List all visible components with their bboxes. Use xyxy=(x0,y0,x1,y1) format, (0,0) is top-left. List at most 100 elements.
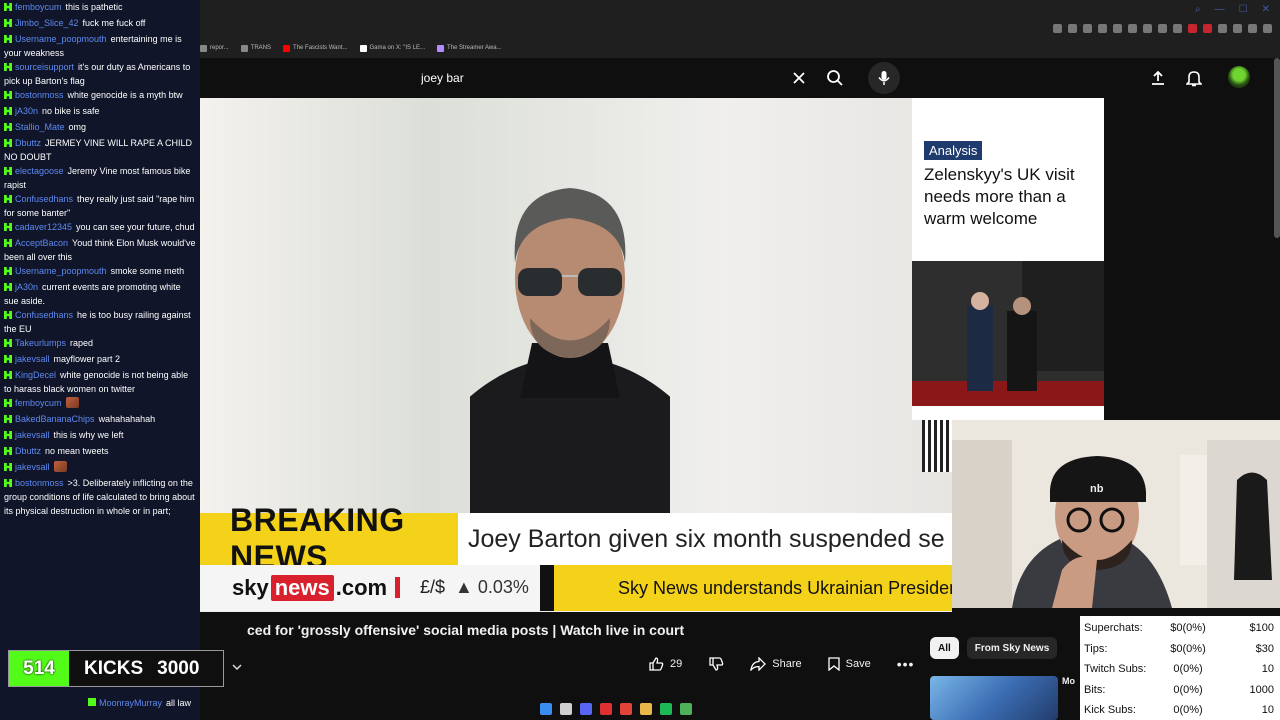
extension-icon[interactable] xyxy=(1248,24,1257,33)
kicks-goal: 3000 xyxy=(157,657,200,679)
extension-icon[interactable] xyxy=(1233,24,1242,33)
search-icon[interactable]: ⌕ xyxy=(1195,4,1201,15)
extension-icon[interactable] xyxy=(1083,24,1092,33)
spotify-icon[interactable] xyxy=(660,703,672,715)
chat-line: electagoose Jeremy Vine most famous bike … xyxy=(0,164,200,192)
chat-username[interactable]: jA30n xyxy=(15,282,38,292)
minimize-button[interactable]: — xyxy=(1215,4,1225,15)
analysis-photo xyxy=(912,261,1104,406)
search-input[interactable] xyxy=(410,62,790,94)
extension-icon[interactable] xyxy=(1053,24,1062,33)
chat-username[interactable]: Jimbo_Slice_42 xyxy=(15,18,79,28)
chat-username[interactable]: Confusedhans xyxy=(15,310,73,320)
chat-username[interactable]: MoonrayMurray xyxy=(99,698,162,708)
kick-badge-icon xyxy=(4,311,12,319)
youtube-header xyxy=(200,58,1280,98)
more-actions-button[interactable]: ••• xyxy=(889,652,923,676)
window-controls: ⌕ — ☐ ✕ xyxy=(1195,4,1270,15)
goal-goal: 10 xyxy=(1261,704,1274,717)
app-icon[interactable] xyxy=(680,703,692,715)
chat-username[interactable]: femboycum xyxy=(15,398,62,408)
page-scrollbar[interactable] xyxy=(1274,58,1280,238)
bookmark-item[interactable]: TRANS xyxy=(240,44,272,52)
browser-icon[interactable] xyxy=(620,703,632,715)
close-button[interactable]: ✕ xyxy=(1262,4,1270,15)
kick-badge-icon xyxy=(4,167,12,175)
chat-username[interactable]: cadaver12345 xyxy=(15,222,72,232)
chat-username[interactable]: Dbuttz xyxy=(15,138,41,148)
chat-username[interactable]: electagoose xyxy=(15,166,64,176)
kick-badge-icon xyxy=(4,35,12,43)
extension-icon[interactable] xyxy=(1098,24,1107,33)
bookmark-icon xyxy=(240,44,248,52)
video-player[interactable]: BREAKING NEWS Joey Barton given six mont… xyxy=(200,98,952,612)
chat-username[interactable]: Takeurlumps xyxy=(15,338,66,348)
share-label: Share xyxy=(772,658,802,670)
chevron-down-icon[interactable] xyxy=(232,658,242,676)
chat-message: you can see your future, chud xyxy=(76,222,195,232)
chat-username[interactable]: jakevsall xyxy=(15,354,50,364)
chat-message: this is pathetic xyxy=(65,2,123,12)
chat-username[interactable]: femboycum xyxy=(15,2,62,12)
chat-username[interactable]: KingDecel xyxy=(15,370,56,380)
extension-icon[interactable] xyxy=(1128,24,1137,33)
extension-icon[interactable] xyxy=(1068,24,1077,33)
folder-icon[interactable] xyxy=(640,703,652,715)
like-button[interactable]: 29 xyxy=(640,652,690,676)
filter-chip[interactable]: From Sky News xyxy=(966,637,1058,659)
analysis-title: Zelenskyy's UK visit needs more than a w… xyxy=(924,165,1075,228)
extension-icon[interactable] xyxy=(1113,24,1122,33)
bookmark-item[interactable]: repor... xyxy=(200,44,229,52)
chat-message: wahahahahah xyxy=(98,414,156,424)
discord-icon[interactable] xyxy=(580,703,592,715)
bookmark-label: TRANS xyxy=(250,45,272,51)
chat-username[interactable]: BakedBananaChips xyxy=(15,414,95,424)
chat-username[interactable]: Username_poopmouth xyxy=(15,34,107,44)
search-icon[interactable] xyxy=(824,67,846,89)
voice-search-button[interactable] xyxy=(868,62,900,94)
extension-icon[interactable] xyxy=(1173,24,1182,33)
search-icon[interactable] xyxy=(560,703,572,715)
chat-username[interactable]: jakevsall xyxy=(15,462,50,472)
chat-username[interactable]: sourceisupport xyxy=(15,62,74,72)
chat-username[interactable]: bostonmoss xyxy=(15,90,64,100)
extension-icon[interactable] xyxy=(1203,24,1212,33)
start-icon[interactable] xyxy=(540,703,552,715)
chat-username[interactable]: Username_poopmouth xyxy=(15,266,107,276)
extension-icon[interactable] xyxy=(1143,24,1152,33)
extension-icon[interactable] xyxy=(1188,24,1197,33)
chat-line: cadaver12345 you can see your future, chu… xyxy=(0,220,200,236)
extension-icon[interactable] xyxy=(1263,24,1272,33)
bookmark-item[interactable]: Gama on X: "IS LE... xyxy=(359,44,425,52)
share-icon xyxy=(750,657,767,671)
dislike-button[interactable] xyxy=(700,652,732,676)
chat-username[interactable]: Stallio_Mate xyxy=(15,122,65,132)
account-avatar[interactable] xyxy=(1228,66,1250,88)
kick-badge-icon xyxy=(4,91,12,99)
chat-line: Username_poopmouth entertaining me is you… xyxy=(0,32,200,60)
share-button[interactable]: Share xyxy=(742,652,809,676)
obs-icon[interactable] xyxy=(600,703,612,715)
kick-badge-icon xyxy=(4,431,12,439)
chat-username[interactable]: jakevsall xyxy=(15,430,50,440)
bookmark-item[interactable]: The Fascists Want... xyxy=(283,44,348,52)
bookmark-item[interactable]: The Streamer Awa... xyxy=(437,44,502,52)
upload-icon[interactable] xyxy=(1147,67,1169,89)
up-next-thumbnail[interactable] xyxy=(930,676,1058,720)
chat-line: jakevsall mayflower part 2 xyxy=(0,352,200,368)
maximize-button[interactable]: ☐ xyxy=(1239,4,1248,15)
clear-search-icon[interactable] xyxy=(788,67,810,89)
extension-icon[interactable] xyxy=(1158,24,1167,33)
chat-username[interactable]: Dbuttz xyxy=(15,446,41,456)
chat-username[interactable]: Confusedhans xyxy=(15,194,73,204)
chat-username[interactable]: jA30n xyxy=(15,106,38,116)
up-next-title[interactable]: Mo xyxy=(1062,676,1075,686)
notifications-bell-icon[interactable] xyxy=(1183,67,1205,89)
chat-username[interactable]: AcceptBacon xyxy=(15,238,68,248)
save-button[interactable]: Save xyxy=(820,652,879,676)
extension-icon[interactable] xyxy=(1218,24,1227,33)
goal-label: Bits: xyxy=(1084,683,1106,696)
chat-username[interactable]: bostonmoss xyxy=(15,478,64,488)
filter-chip[interactable]: All xyxy=(930,637,959,659)
chat-message: smoke some meth xyxy=(110,266,185,276)
